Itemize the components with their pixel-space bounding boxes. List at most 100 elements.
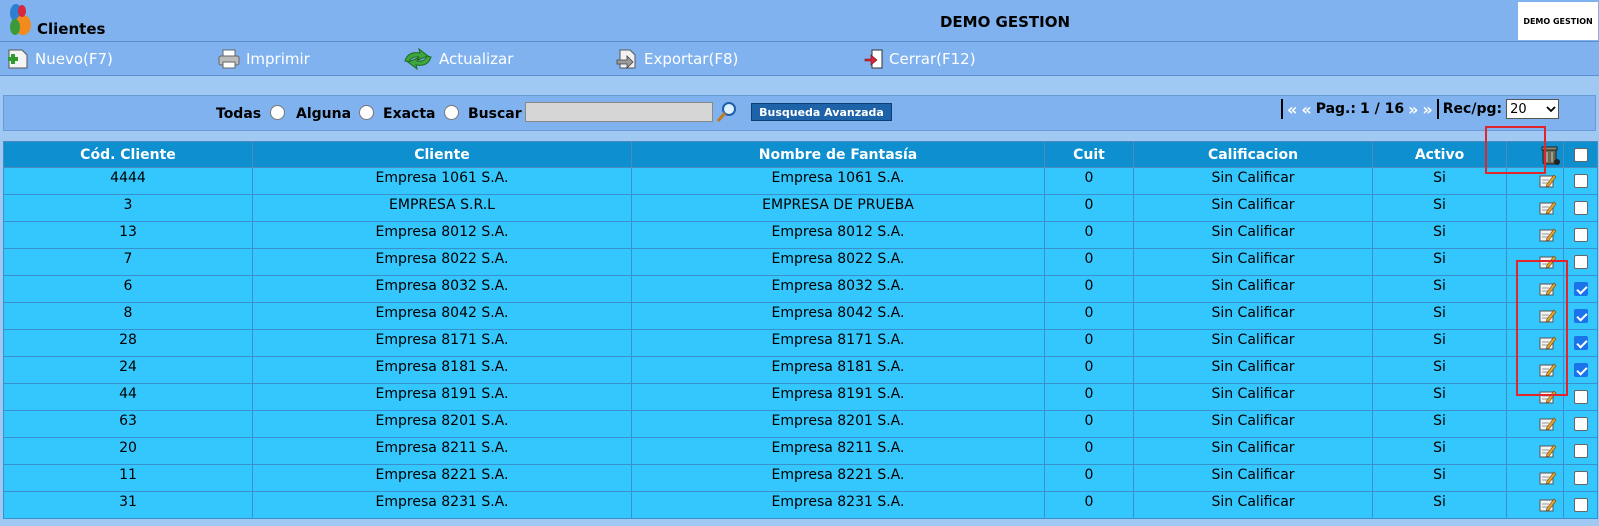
row-select-checkbox[interactable] (1573, 282, 1588, 296)
edit-pencil-icon[interactable] (1539, 416, 1557, 432)
table-row[interactable]: 13 Empresa 8012 S.A. Empresa 8012 S.A. 0 Sin… (3, 221, 1598, 249)
row-select-checkbox[interactable] (1573, 498, 1588, 512)
table-row[interactable]: 44 Empresa 8191 S.A. Empresa 8191 S.A. 0 Sin… (3, 383, 1598, 411)
row-select-checkbox[interactable] (1573, 201, 1588, 215)
cell-rating: Sin Calificar (1133, 275, 1373, 303)
edit-pencil-icon[interactable] (1539, 227, 1557, 243)
cell-code: 7 (3, 248, 253, 276)
title-bar: Clientes DEMO GESTION DEMO GESTION (0, 0, 1599, 42)
cell-code: 6 (3, 275, 253, 303)
cell-rating: Sin Calificar (1133, 437, 1373, 465)
row-select-checkbox[interactable] (1573, 228, 1588, 242)
cell-fantasy-name: EMPRESA DE PRUEBA (631, 194, 1045, 222)
brand-logo: DEMO GESTION (1518, 2, 1598, 40)
column-header-fantasy-name[interactable]: Nombre de Fantasía (631, 141, 1045, 168)
search-option-all-label: Todas (216, 106, 262, 122)
search-option-exact-radio[interactable] (444, 105, 459, 120)
close-button-label: Cerrar(F12) (889, 50, 976, 68)
magnifier-icon[interactable] (716, 101, 738, 123)
row-select-checkbox[interactable] (1573, 390, 1588, 404)
print-button[interactable]: Imprimir (217, 47, 310, 71)
edit-pencil-icon[interactable] (1539, 173, 1557, 189)
row-select-checkbox[interactable] (1573, 444, 1588, 458)
records-per-page-select[interactable]: 20 (1506, 99, 1560, 119)
edit-pencil-icon[interactable] (1539, 443, 1557, 459)
cell-select (1563, 383, 1598, 411)
cell-code: 8 (3, 302, 253, 330)
edit-pencil-icon[interactable] (1539, 200, 1557, 216)
cell-code: 28 (3, 329, 253, 357)
cell-edit (1506, 437, 1564, 465)
search-input[interactable] (525, 102, 713, 122)
cell-fantasy-name: Empresa 8171 S.A. (631, 329, 1045, 357)
cell-cuit: 0 (1044, 383, 1134, 411)
refresh-button[interactable]: Actualizar (402, 47, 513, 71)
edit-pencil-icon[interactable] (1539, 470, 1557, 486)
table-row[interactable]: 24 Empresa 8181 S.A. Empresa 8181 S.A. 0 Sin… (3, 356, 1598, 384)
cell-fantasy-name: Empresa 8181 S.A. (631, 356, 1045, 384)
cell-fantasy-name: Empresa 8211 S.A. (631, 437, 1045, 465)
close-button[interactable]: Cerrar(F12) (864, 47, 976, 71)
search-option-any-radio[interactable] (359, 105, 374, 120)
cell-active: Si (1372, 464, 1507, 492)
table-row[interactable]: 7 Empresa 8022 S.A. Empresa 8022 S.A. 0 Sin … (3, 248, 1598, 276)
table-row[interactable]: 28 Empresa 8171 S.A. Empresa 8171 S.A. 0 Sin… (3, 329, 1598, 357)
row-select-checkbox[interactable] (1573, 174, 1588, 188)
cell-cuit: 0 (1044, 356, 1134, 384)
table-row[interactable]: 8 Empresa 8042 S.A. Empresa 8042 S.A. 0 Sin … (3, 302, 1598, 330)
page: { "app": { "title": "Clientes", "center_… (0, 0, 1599, 526)
advanced-search-button[interactable]: Busqueda Avanzada (751, 103, 892, 121)
column-header-rating[interactable]: Calificacion (1133, 141, 1373, 168)
column-header-client[interactable]: Cliente (252, 141, 632, 168)
row-select-checkbox[interactable] (1573, 363, 1588, 377)
table-row[interactable]: 11 Empresa 8221 S.A. Empresa 8221 S.A. 0 Sin… (3, 464, 1598, 492)
cell-active: Si (1372, 410, 1507, 438)
table-row[interactable]: 20 Empresa 8211 S.A. Empresa 8211 S.A. 0 Sin… (3, 437, 1598, 465)
cell-select (1563, 248, 1598, 276)
edit-pencil-icon[interactable] (1539, 497, 1557, 513)
row-select-checkbox[interactable] (1573, 336, 1588, 350)
table-row[interactable]: 4444 Empresa 1061 S.A. Empresa 1061 S.A. 0 S… (3, 167, 1598, 195)
refresh-button-label: Actualizar (439, 50, 514, 68)
search-option-all-radio[interactable] (270, 105, 285, 120)
cell-fantasy-name: Empresa 8032 S.A. (631, 275, 1045, 303)
cell-rating: Sin Calificar (1133, 167, 1373, 195)
prev-page-button[interactable]: « (1301, 100, 1311, 119)
cell-select (1563, 194, 1598, 222)
select-all-checkbox[interactable] (1573, 147, 1588, 162)
table-row[interactable]: 3 EMPRESA S.R.L EMPRESA DE PRUEBA 0 Sin Cali… (3, 194, 1598, 222)
cell-select (1563, 302, 1598, 330)
last-page-button[interactable]: » (1422, 100, 1432, 119)
cell-active: Si (1372, 437, 1507, 465)
cell-code: 4444 (3, 167, 253, 195)
cell-active: Si (1372, 491, 1507, 519)
column-header-code[interactable]: Cód. Cliente (3, 141, 253, 168)
next-page-button[interactable]: » (1408, 100, 1418, 119)
new-button[interactable]: Nuevo(F7) (6, 47, 113, 71)
clients-table: Cód. Cliente Cliente Nombre de Fantasía … (3, 141, 1598, 519)
cell-fantasy-name: Empresa 8231 S.A. (631, 491, 1045, 519)
cell-client: Empresa 8171 S.A. (252, 329, 632, 357)
cell-client: Empresa 8032 S.A. (252, 275, 632, 303)
column-header-cuit[interactable]: Cuit (1044, 141, 1134, 168)
table-row[interactable]: 63 Empresa 8201 S.A. Empresa 8201 S.A. 0 Sin… (3, 410, 1598, 438)
cell-select (1563, 410, 1598, 438)
table-row[interactable]: 6 Empresa 8032 S.A. Empresa 8032 S.A. 0 Sin … (3, 275, 1598, 303)
row-select-checkbox[interactable] (1573, 309, 1588, 323)
row-select-checkbox[interactable] (1573, 471, 1588, 485)
exit-door-icon (864, 49, 883, 69)
refresh-icon (404, 48, 432, 70)
cell-code: 31 (3, 491, 253, 519)
row-select-checkbox[interactable] (1573, 417, 1588, 431)
cell-edit (1506, 491, 1564, 519)
highlight-selected-checkboxes (1516, 260, 1568, 396)
cell-cuit: 0 (1044, 491, 1134, 519)
table-row[interactable]: 31 Empresa 8231 S.A. Empresa 8231 S.A. 0 Sin… (3, 491, 1598, 519)
row-select-checkbox[interactable] (1573, 255, 1588, 269)
export-button[interactable]: Exportar(F8) (615, 47, 738, 71)
first-page-button[interactable]: « (1287, 100, 1297, 119)
cell-cuit: 0 (1044, 194, 1134, 222)
cell-cuit: 0 (1044, 167, 1134, 195)
cell-active: Si (1372, 248, 1507, 276)
cell-select (1563, 167, 1598, 195)
